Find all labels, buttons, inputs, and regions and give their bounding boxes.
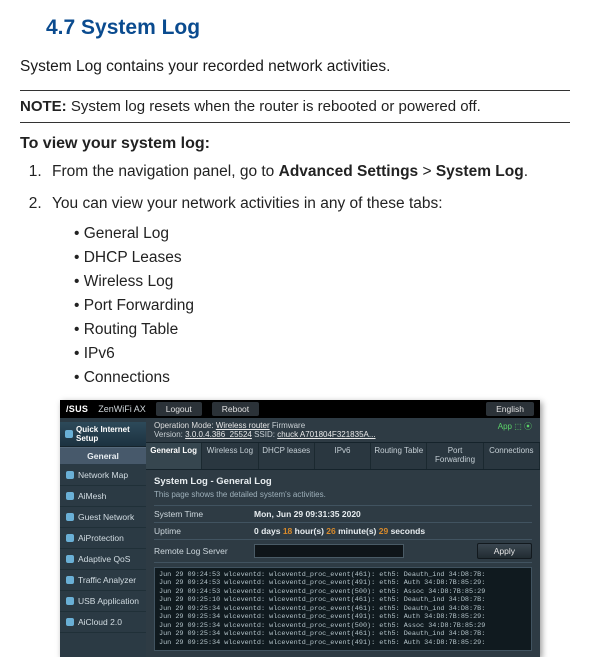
gear-icon <box>65 430 73 438</box>
mesh-icon <box>66 492 74 500</box>
nav-label: Network Map <box>78 470 128 480</box>
usb-icon <box>66 597 74 605</box>
brand-logo: /SUS <box>66 404 88 414</box>
nav-usb-application[interactable]: USB Application <box>60 591 146 612</box>
step1-period: . <box>524 163 528 180</box>
chart-icon <box>66 576 74 584</box>
tab-general-log[interactable]: General Log <box>146 443 202 469</box>
nav-aicloud[interactable]: AiCloud 2.0 <box>60 612 146 633</box>
uptime-hours-num: 18 <box>283 526 292 536</box>
tab-connections[interactable]: Connections <box>484 443 540 469</box>
system-time-label: System Time <box>154 509 254 519</box>
step-2: You can view your network activities in … <box>46 193 570 390</box>
uptime-value: 0 days 18 hour(s) 26 minute(s) 29 second… <box>254 526 425 536</box>
apply-button[interactable]: Apply <box>477 543 532 559</box>
sub-heading: To view your system log: <box>20 135 570 153</box>
nav-traffic-analyzer[interactable]: Traffic Analyzer <box>60 570 146 591</box>
section-heading: 4.7 System Log <box>46 16 570 40</box>
log-output[interactable]: Jun 29 09:24:53 wlceventd: wlceventd_pro… <box>154 567 532 651</box>
guest-icon <box>66 513 74 521</box>
steps-list: From the navigation panel, go to Advance… <box>46 161 570 390</box>
fw-label: Firmware <box>270 421 306 430</box>
content-tabs: General Log Wireless Log DHCP leases IPv… <box>146 442 540 470</box>
nav-label: USB Application <box>78 596 139 606</box>
step1-bold-1: Advanced Settings <box>279 163 419 180</box>
uptime-label: Uptime <box>154 526 254 536</box>
bullet-ipv6: IPv6 <box>74 342 570 366</box>
nav-aiprotection[interactable]: AiProtection <box>60 528 146 549</box>
tab-routing-table[interactable]: Routing Table <box>371 443 427 469</box>
step1-bold-2: System Log <box>436 163 524 180</box>
remote-log-input[interactable] <box>254 544 404 558</box>
step2-text: You can view your network activities in … <box>52 195 443 212</box>
system-time-value: Mon, Jun 29 09:31:35 2020 <box>254 509 361 519</box>
nav-label: Guest Network <box>78 512 134 522</box>
opmode-label: Operation Mode: <box>154 421 216 430</box>
ssid-value[interactable]: chuck A701804F321835A... <box>277 430 375 439</box>
reboot-button[interactable]: Reboot <box>212 402 259 416</box>
remote-log-label: Remote Log Server <box>154 546 254 556</box>
bullet-connections: Connections <box>74 366 570 390</box>
nav-label: AiProtection <box>78 533 124 543</box>
tab-port-forwarding[interactable]: Port Forwarding <box>427 443 483 469</box>
uptime-days: 0 days <box>254 526 283 536</box>
sidebar: Quick Internet Setup General Network Map… <box>60 418 146 657</box>
qis-label: Quick Internet Setup <box>76 425 141 443</box>
quick-internet-setup[interactable]: Quick Internet Setup <box>60 422 146 447</box>
qos-icon <box>66 555 74 563</box>
note-box: NOTE: System log resets when the router … <box>20 90 570 123</box>
uptime-sec-txt: seconds <box>388 526 425 536</box>
content-area: System Log - General Log This page shows… <box>146 470 540 657</box>
sidebar-category-general: General <box>60 447 146 465</box>
tabs-bullet-list: General Log DHCP Leases Wireless Log Por… <box>74 222 570 390</box>
nav-label: AiCloud 2.0 <box>78 617 122 627</box>
page-description: This page shows the detailed system's ac… <box>154 490 532 499</box>
nav-label: Adaptive QoS <box>78 554 130 564</box>
row-uptime: Uptime 0 days 18 hour(s) 26 minute(s) 29… <box>154 522 532 539</box>
status-header: Operation Mode: Wireless router Firmware… <box>146 418 540 442</box>
row-remote-log: Remote Log Server Apply <box>154 539 532 563</box>
note-label: NOTE: <box>20 98 67 115</box>
tab-ipv6[interactable]: IPv6 <box>315 443 371 469</box>
page-title: System Log - General Log <box>154 476 532 487</box>
language-selector[interactable]: English <box>486 402 534 416</box>
app-link[interactable]: App ⬚ ⦿ <box>498 421 532 432</box>
nav-adaptive-qos[interactable]: Adaptive QoS <box>60 549 146 570</box>
bullet-port-forwarding: Port Forwarding <box>74 294 570 318</box>
step1-gt: > <box>418 163 436 180</box>
note-text: System log resets when the router is reb… <box>67 98 481 115</box>
nav-label: AiMesh <box>78 491 106 501</box>
main-panel: Operation Mode: Wireless router Firmware… <box>146 418 540 657</box>
uptime-min-num: 26 <box>326 526 335 536</box>
nav-label: Traffic Analyzer <box>78 575 136 585</box>
uptime-hours-txt: hour(s) <box>292 526 326 536</box>
nav-guest-network[interactable]: Guest Network <box>60 507 146 528</box>
bullet-wireless-log: Wireless Log <box>74 270 570 294</box>
ssid-label: SSID: <box>252 430 277 439</box>
version-value[interactable]: 3.0.0.4.386_25524 <box>185 430 252 439</box>
product-name: ZenWiFi AX <box>98 404 146 414</box>
step-1: From the navigation panel, go to Advance… <box>46 161 570 183</box>
intro-text: System Log contains your recorded networ… <box>20 58 570 76</box>
shield-icon <box>66 534 74 542</box>
row-system-time: System Time Mon, Jun 29 09:31:35 2020 <box>154 505 532 522</box>
uptime-min-txt: minute(s) <box>336 526 379 536</box>
nav-aimesh[interactable]: AiMesh <box>60 486 146 507</box>
version-label: Version: <box>154 430 185 439</box>
tab-dhcp-leases[interactable]: DHCP leases <box>259 443 315 469</box>
logout-button[interactable]: Logout <box>156 402 202 416</box>
bullet-dhcp-leases: DHCP Leases <box>74 246 570 270</box>
bullet-general-log: General Log <box>74 222 570 246</box>
cloud-icon <box>66 618 74 626</box>
tab-wireless-log[interactable]: Wireless Log <box>202 443 258 469</box>
globe-icon <box>66 471 74 479</box>
ss-top-bar: /SUS ZenWiFi AX Logout Reboot English <box>60 400 540 418</box>
router-screenshot: /SUS ZenWiFi AX Logout Reboot English Qu… <box>60 400 540 657</box>
step1-text-a: From the navigation panel, go to <box>52 163 279 180</box>
nav-network-map[interactable]: Network Map <box>60 465 146 486</box>
uptime-sec-num: 29 <box>379 526 388 536</box>
opmode-value[interactable]: Wireless router <box>216 421 270 430</box>
app-label: App <box>498 422 512 431</box>
bullet-routing-table: Routing Table <box>74 318 570 342</box>
